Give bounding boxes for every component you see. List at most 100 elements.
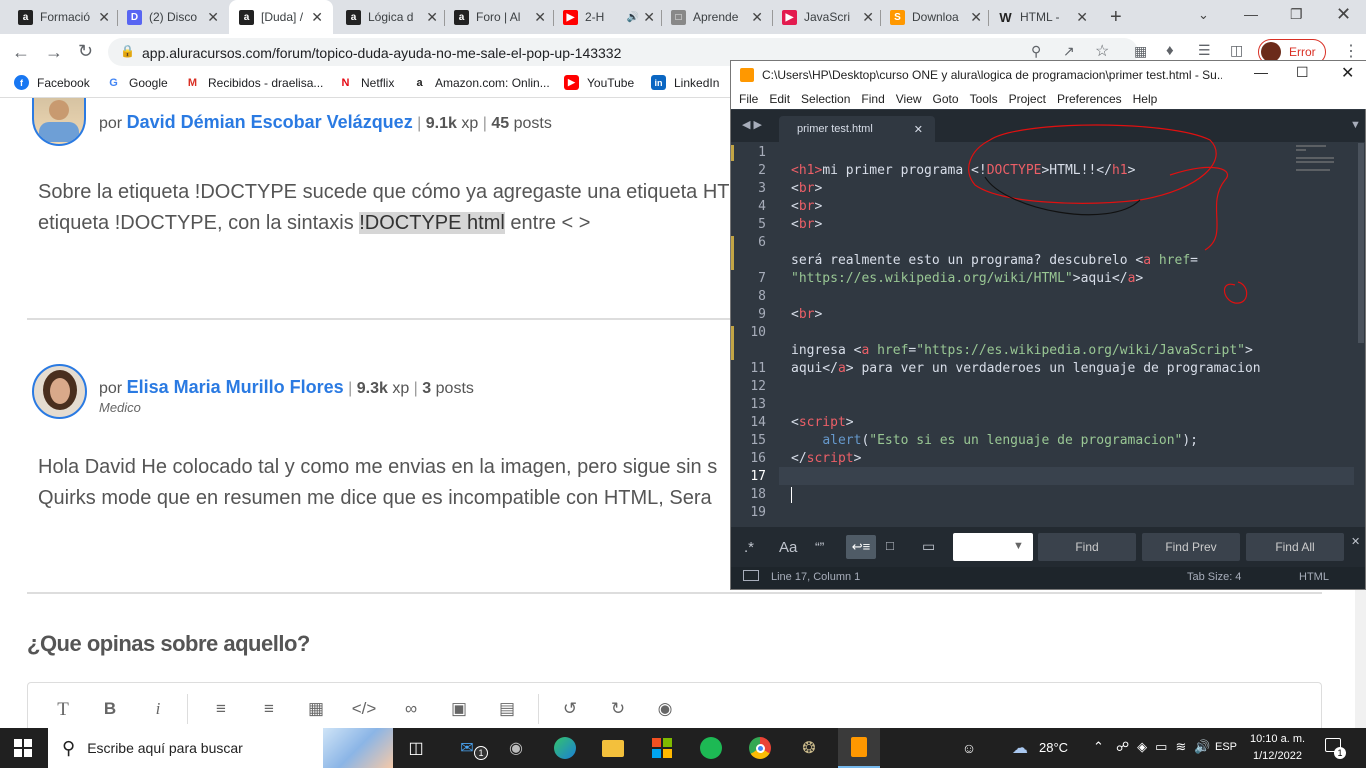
table-icon[interactable]: ▦ bbox=[302, 699, 330, 719]
image-icon[interactable]: ▣ bbox=[445, 699, 473, 719]
browser-tab[interactable]: □ Aprende ✕ bbox=[665, 5, 769, 29]
italic-icon[interactable]: i bbox=[144, 699, 172, 719]
tab-close-icon[interactable]: ✕ bbox=[98, 9, 110, 26]
menu-item[interactable]: Tools bbox=[970, 92, 998, 106]
author-name[interactable]: Elisa Maria Murillo Flores bbox=[127, 377, 344, 397]
weather-icon[interactable]: ☁ bbox=[1006, 734, 1034, 762]
code-icon[interactable]: </> bbox=[350, 699, 378, 719]
menu-item[interactable]: File bbox=[739, 92, 758, 106]
case-toggle[interactable]: Aa bbox=[779, 539, 797, 556]
close-find-icon[interactable]: ✕ bbox=[1351, 535, 1360, 548]
browser-tab[interactable]: W HTML - ✕ bbox=[992, 5, 1094, 29]
bullet-list-icon[interactable]: ≡ bbox=[255, 699, 283, 719]
menu-item[interactable]: Goto bbox=[933, 92, 959, 106]
minimap[interactable] bbox=[1296, 143, 1344, 183]
text-style-icon[interactable]: T bbox=[49, 699, 77, 721]
tray-icons[interactable]: ☍◈▭≋🔊 bbox=[1116, 739, 1219, 755]
sublime-maximize-button[interactable]: ☐ bbox=[1296, 64, 1309, 81]
minimize-button[interactable]: — bbox=[1244, 6, 1258, 22]
browser-tab[interactable]: S Downloa ✕ bbox=[884, 5, 988, 29]
highlight-matches-icon[interactable]: ▭ bbox=[922, 538, 935, 555]
taskbar-search-box[interactable]: ⚲ Escribe aquí para buscar bbox=[48, 728, 393, 768]
tab-close-icon[interactable]: ✕ bbox=[643, 9, 655, 26]
preview-eye-icon[interactable]: ◉ bbox=[651, 699, 679, 719]
menu-item[interactable]: Help bbox=[1133, 92, 1158, 106]
restore-button[interactable]: ❐ bbox=[1290, 6, 1303, 23]
language-indicator[interactable]: ESP bbox=[1215, 741, 1237, 753]
browser-tab[interactable]: a Lógica d ✕ bbox=[340, 5, 444, 29]
bold-icon[interactable]: B bbox=[96, 699, 124, 719]
panel-toggle-icon[interactable] bbox=[743, 570, 759, 581]
bookmark-item[interactable]: G Google bbox=[106, 75, 167, 90]
regex-toggle[interactable]: .* bbox=[744, 539, 754, 556]
share-icon[interactable]: ↗ bbox=[1063, 43, 1075, 60]
find-prev-button[interactable]: Find Prev bbox=[1142, 533, 1240, 561]
browser-tab[interactable]: D (2) Disco ✕ bbox=[121, 5, 225, 29]
edge-icon[interactable] bbox=[551, 734, 579, 762]
bookmark-item[interactable]: f Facebook bbox=[14, 75, 90, 90]
image-upload-icon[interactable]: ▤ bbox=[493, 699, 521, 719]
close-button[interactable]: ✕ bbox=[1336, 4, 1351, 25]
zoom-icon[interactable]: ⚲ bbox=[1031, 43, 1041, 60]
back-icon[interactable]: ← bbox=[12, 42, 30, 63]
author-name[interactable]: David Démian Escobar Velázquez bbox=[127, 112, 413, 132]
weather-temp[interactable]: 28°C bbox=[1039, 740, 1068, 755]
bookmark-item[interactable]: ▶ YouTube bbox=[564, 75, 634, 90]
tab-close-icon[interactable]: ✕ bbox=[426, 9, 438, 26]
menu-item[interactable]: Preferences bbox=[1057, 92, 1122, 106]
camera-icon[interactable]: ◉ bbox=[502, 734, 530, 762]
bookmark-item[interactable]: in LinkedIn bbox=[651, 75, 719, 90]
forward-icon[interactable]: → bbox=[45, 42, 63, 63]
bookmark-item[interactable]: M Recibidos - draelisa... bbox=[185, 75, 323, 90]
sublime-file-tab[interactable]: primer test.html ✕ bbox=[779, 116, 935, 142]
clock-time[interactable]: 10:10 a. m. bbox=[1250, 733, 1305, 745]
spotify-icon[interactable] bbox=[697, 734, 725, 762]
sublime-minimize-button[interactable]: — bbox=[1254, 64, 1268, 80]
extension-icon[interactable]: ▦ bbox=[1134, 43, 1147, 60]
tab-close-icon[interactable]: ✕ bbox=[914, 123, 923, 136]
tab-close-icon[interactable]: ✕ bbox=[207, 9, 219, 26]
wrap-toggle[interactable]: ↩≡ bbox=[846, 535, 876, 559]
reload-icon[interactable]: ↻ bbox=[78, 41, 93, 62]
people-icon[interactable]: ☺ bbox=[955, 734, 983, 762]
sidepanel-icon[interactable]: ◫ bbox=[1230, 42, 1243, 59]
editor-scrollbar[interactable] bbox=[1358, 143, 1364, 343]
syntax-mode[interactable]: HTML bbox=[1299, 571, 1329, 583]
tab-close-icon[interactable]: ✕ bbox=[751, 9, 763, 26]
puzzle-icon[interactable]: ♦ bbox=[1166, 42, 1174, 59]
browser-tab[interactable]: a Formació ✕ bbox=[12, 5, 116, 29]
bookmark-item[interactable]: N Netflix bbox=[338, 75, 395, 90]
file-explorer-icon[interactable] bbox=[599, 734, 627, 762]
find-history-icon[interactable]: ▼ bbox=[1013, 540, 1024, 552]
undo-icon[interactable]: ↺ bbox=[556, 699, 584, 719]
sublime-taskbar-button[interactable] bbox=[838, 728, 880, 768]
find-button[interactable]: Find bbox=[1038, 533, 1136, 561]
menu-item[interactable]: Find bbox=[861, 92, 884, 106]
star-icon[interactable]: ☆ bbox=[1095, 41, 1109, 61]
bookmark-item[interactable]: a Amazon.com: Onlin... bbox=[412, 75, 549, 90]
windows-start-icon[interactable] bbox=[14, 739, 32, 757]
redo-icon[interactable]: ↻ bbox=[604, 699, 632, 719]
tab-close-icon[interactable]: ✕ bbox=[311, 9, 323, 26]
sublime-close-button[interactable]: ✕ bbox=[1341, 63, 1354, 83]
tab-close-icon[interactable]: ✕ bbox=[862, 9, 874, 26]
in-selection-icon[interactable]: □ bbox=[886, 538, 894, 553]
url-text[interactable]: app.aluracursos.com/forum/topico-duda-ay… bbox=[142, 45, 621, 61]
tab-close-icon[interactable]: ✕ bbox=[1076, 9, 1088, 26]
tab-close-icon[interactable]: ✕ bbox=[534, 9, 546, 26]
menu-item[interactable]: Edit bbox=[769, 92, 790, 106]
find-all-button[interactable]: Find All bbox=[1246, 533, 1344, 561]
browser-tab[interactable]: ▶ JavaScri ✕ bbox=[776, 5, 880, 29]
menu-item[interactable]: Project bbox=[1009, 92, 1046, 106]
chrome-icon[interactable] bbox=[746, 734, 774, 762]
clock-date[interactable]: 1/12/2022 bbox=[1253, 750, 1302, 762]
whole-word-toggle[interactable]: “” bbox=[815, 539, 824, 555]
task-view-icon[interactable]: ◫ bbox=[402, 734, 430, 762]
tab-close-icon[interactable]: ✕ bbox=[970, 9, 982, 26]
link-icon[interactable]: ∞ bbox=[397, 699, 425, 719]
speaker-icon[interactable]: 🔊 bbox=[627, 12, 639, 23]
browser-tab[interactable]: a Foro | Al ✕ bbox=[448, 5, 552, 29]
menu-icon[interactable]: ⋮ bbox=[1343, 41, 1359, 61]
browser-tab[interactable]: a [Duda] / ✕ bbox=[229, 0, 333, 34]
media-icon[interactable]: ☰ bbox=[1198, 42, 1211, 59]
